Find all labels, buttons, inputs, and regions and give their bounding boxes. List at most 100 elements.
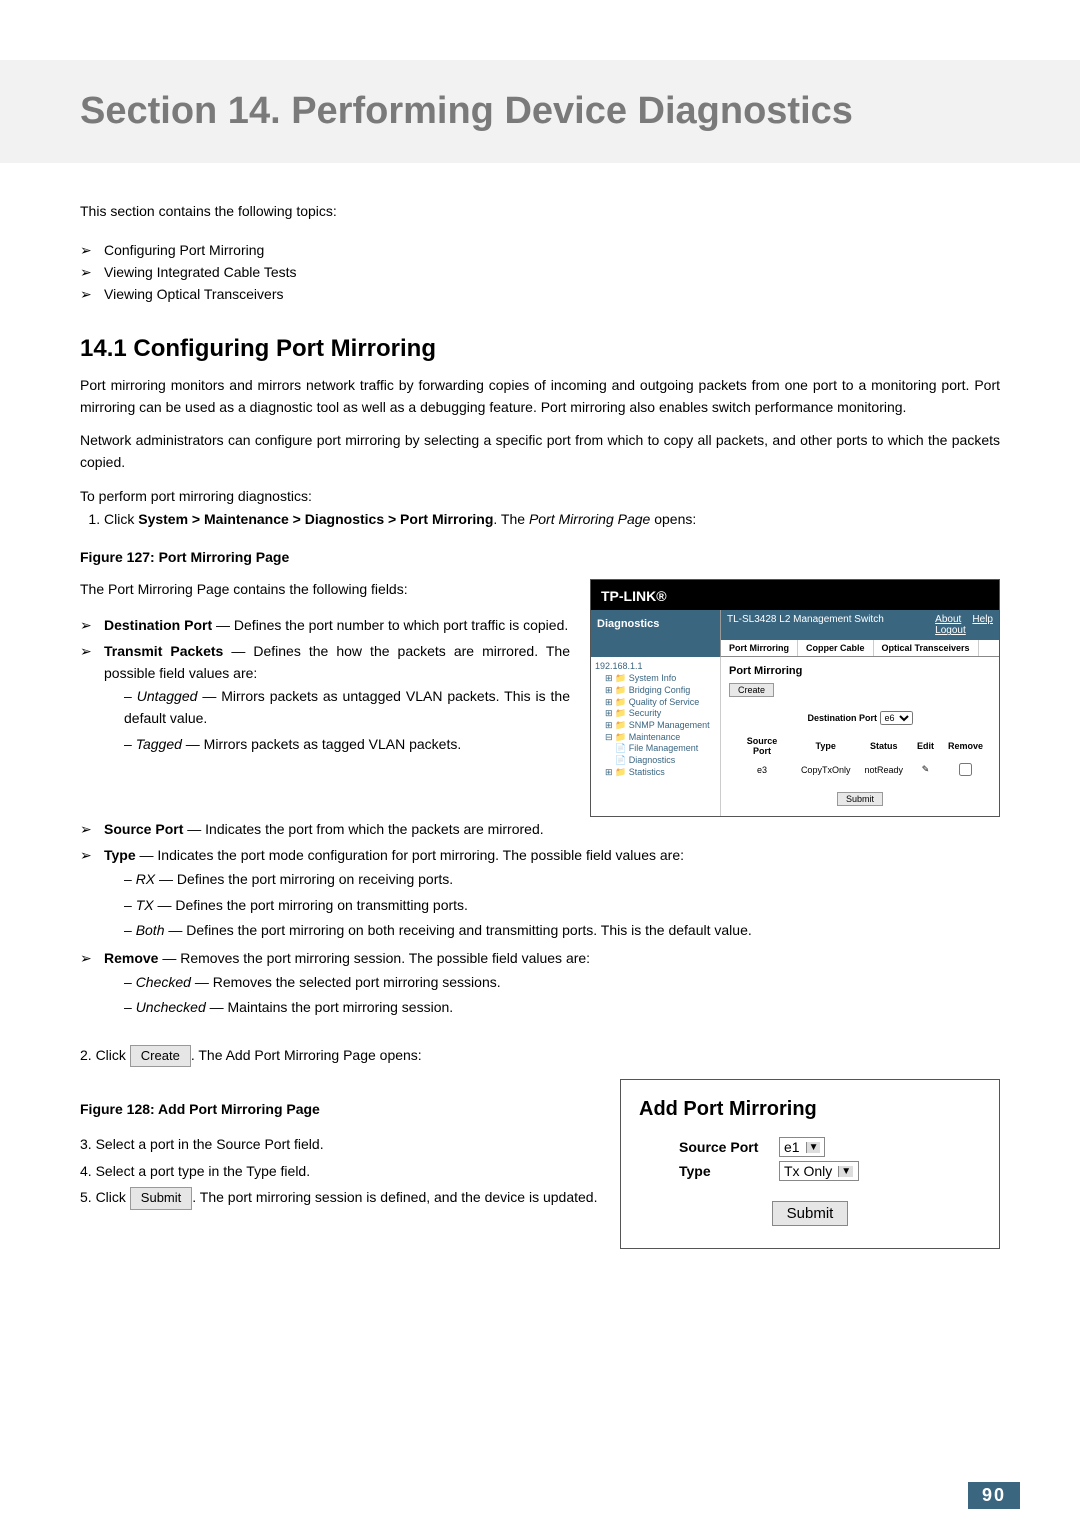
create-button[interactable]: Create xyxy=(729,683,774,697)
logout-link[interactable]: Logout xyxy=(935,625,966,636)
nav-tree: 192.168.1.1 ⊞ 📁 System Info ⊞ 📁 Bridging… xyxy=(591,657,721,816)
field-desc: — Defines the port number to which port … xyxy=(212,617,568,633)
cell-remove-checkbox[interactable] xyxy=(959,763,972,776)
cell-edit-icon[interactable]: ✎ xyxy=(911,759,940,780)
field-term: Destination Port xyxy=(104,617,212,633)
field-item: Destination Port — Defines the port numb… xyxy=(80,613,570,639)
sub-term: TX xyxy=(136,897,154,913)
sub-desc: — Removes the selected port mirroring se… xyxy=(191,974,501,990)
step-text: . The xyxy=(493,511,529,527)
mirror-table: Source Port Type Status Edit Remove e3 C… xyxy=(729,733,991,782)
step-text: Click xyxy=(104,511,138,527)
help-link[interactable]: Help xyxy=(972,614,993,625)
step-list: Click System > Maintenance > Diagnostics… xyxy=(80,511,1000,527)
field-term: Remove xyxy=(104,950,158,966)
add-submit-button[interactable]: Submit xyxy=(772,1201,849,1226)
panel-title: Port Mirroring xyxy=(729,665,991,677)
col-edit: Edit xyxy=(911,735,940,757)
tree-item-statistics[interactable]: ⊞ 📁 Statistics xyxy=(595,767,716,779)
sub-desc: — Defines the port mirroring on both rec… xyxy=(165,922,752,938)
col-remove: Remove xyxy=(942,735,989,757)
switch-model: TL-SL3428 L2 Management Switch xyxy=(727,614,884,636)
tree-item-file-mgmt[interactable]: 📄 File Management xyxy=(595,743,716,755)
sub-desc: — Mirrors packets as tagged VLAN packets… xyxy=(182,736,461,752)
field-item: Type — Indicates the port mode configura… xyxy=(80,843,1000,946)
field-subitem: RX — Defines the port mirroring on recei… xyxy=(124,867,1000,893)
about-link[interactable]: About xyxy=(935,614,961,625)
diagnostics-label: Diagnostics xyxy=(591,610,721,657)
step-item: 3. Select a port in the Source Port fiel… xyxy=(80,1131,600,1157)
tree-item-maintenance[interactable]: ⊟ 📁 Maintenance xyxy=(595,732,716,744)
table-row: e3 CopyTxOnly notReady ✎ xyxy=(731,759,989,780)
tab-optical-transceivers[interactable]: Optical Transceivers xyxy=(874,640,979,656)
chevron-down-icon: ▼ xyxy=(838,1166,853,1177)
step-2: 2. Click Create. The Add Port Mirroring … xyxy=(80,1045,1000,1067)
port-mirroring-screenshot: TP-LINK® Diagnostics TL-SL3428 L2 Manage… xyxy=(590,579,1000,817)
chevron-down-icon: ▼ xyxy=(806,1142,821,1153)
sub-desc: — Defines the port mirroring on receivin… xyxy=(155,871,453,887)
field-desc: — Removes the port mirroring session. Th… xyxy=(158,950,590,966)
submit-button[interactable]: Submit xyxy=(837,792,883,806)
col-source-port: Source Port xyxy=(731,735,793,757)
col-type: Type xyxy=(795,735,857,757)
source-port-label: Source Port xyxy=(679,1139,779,1155)
add-dialog-title: Add Port Mirroring xyxy=(639,1098,981,1121)
submit-inline-button[interactable]: Submit xyxy=(130,1187,192,1210)
body-paragraph: Port mirroring monitors and mirrors netw… xyxy=(80,375,1000,418)
create-inline-button[interactable]: Create xyxy=(130,1045,191,1067)
field-subitem: TX — Defines the port mirroring on trans… xyxy=(124,893,1000,919)
step-text: opens: xyxy=(650,511,696,527)
add-port-mirroring-screenshot: Add Port Mirroring Source Port e1 ▼ Type… xyxy=(620,1079,1000,1249)
sub-term: Checked xyxy=(136,974,191,990)
tree-item-bridging[interactable]: ⊞ 📁 Bridging Config xyxy=(595,685,716,697)
field-item: Transmit Packets — Defines the how the p… xyxy=(80,639,570,759)
step-path: System > Maintenance > Diagnostics > Por… xyxy=(138,511,493,527)
field-desc: — Indicates the port from which the pack… xyxy=(183,821,543,837)
sub-desc: — Maintains the port mirroring session. xyxy=(206,999,453,1015)
tree-item-qos[interactable]: ⊞ 📁 Quality of Service xyxy=(595,697,716,709)
step-item: Click System > Maintenance > Diagnostics… xyxy=(104,511,1000,527)
col-status: Status xyxy=(858,735,909,757)
figure-label: Figure 127: Port Mirroring Page xyxy=(80,549,1000,565)
field-desc: — Indicates the port mode configuration … xyxy=(136,847,684,863)
sub-term: RX xyxy=(136,871,155,887)
tree-item-diagnostics[interactable]: 📄 Diagnostics xyxy=(595,755,716,767)
field-item: Source Port — Indicates the port from wh… xyxy=(80,817,1000,843)
field-list-cont: Source Port — Indicates the port from wh… xyxy=(80,817,1000,1023)
type-value: Tx Only xyxy=(784,1163,832,1179)
sub-term: Untagged xyxy=(137,688,198,704)
type-select[interactable]: Tx Only ▼ xyxy=(779,1161,859,1181)
body-paragraph: Network administrators can configure por… xyxy=(80,430,1000,473)
subsection-heading: 14.1 Configuring Port Mirroring xyxy=(80,335,1000,363)
tab-copper-cable[interactable]: Copper Cable xyxy=(798,640,874,656)
cell-type: CopyTxOnly xyxy=(795,759,857,780)
topic-item: Viewing Optical Transceivers xyxy=(80,283,1000,305)
step-item: 5. Click Submit. The port mirroring sess… xyxy=(80,1184,600,1212)
dest-port-label: Destination Port xyxy=(807,713,877,723)
figure-label: Figure 128: Add Port Mirroring Page xyxy=(80,1101,600,1117)
body-paragraph: To perform port mirroring diagnostics: xyxy=(80,486,1000,508)
fields-intro: The Port Mirroring Page contains the fol… xyxy=(80,579,570,601)
sub-term: Both xyxy=(136,922,165,938)
dest-port-select[interactable]: e6 xyxy=(880,711,913,725)
tree-item-snmp[interactable]: ⊞ 📁 SNMP Management xyxy=(595,720,716,732)
source-port-select[interactable]: e1 ▼ xyxy=(779,1137,825,1157)
source-port-value: e1 xyxy=(784,1139,800,1155)
field-term: Source Port xyxy=(104,821,183,837)
field-subitem: Unchecked — Maintains the port mirroring… xyxy=(124,995,1000,1021)
cell-port: e3 xyxy=(731,759,793,780)
tree-ip[interactable]: 192.168.1.1 xyxy=(595,661,716,673)
tree-item-security[interactable]: ⊞ 📁 Security xyxy=(595,708,716,720)
step-text: . The port mirroring session is defined,… xyxy=(192,1189,597,1205)
step-item: 4. Select a port type in the Type field. xyxy=(80,1158,600,1184)
sub-term: Tagged xyxy=(136,736,182,752)
sub-desc: — Defines the port mirroring on transmit… xyxy=(154,897,468,913)
section-title: Section 14. Performing Device Diagnostic… xyxy=(80,90,1000,133)
cell-status: notReady xyxy=(858,759,909,780)
brand-logo: TP-LINK® xyxy=(591,580,999,610)
tab-port-mirroring[interactable]: Port Mirroring xyxy=(721,640,798,656)
field-list: Destination Port — Defines the port numb… xyxy=(80,613,570,759)
field-subitem: Both — Defines the port mirroring on bot… xyxy=(124,918,1000,944)
tree-item-system-info[interactable]: ⊞ 📁 System Info xyxy=(595,673,716,685)
topic-item: Configuring Port Mirroring xyxy=(80,239,1000,261)
